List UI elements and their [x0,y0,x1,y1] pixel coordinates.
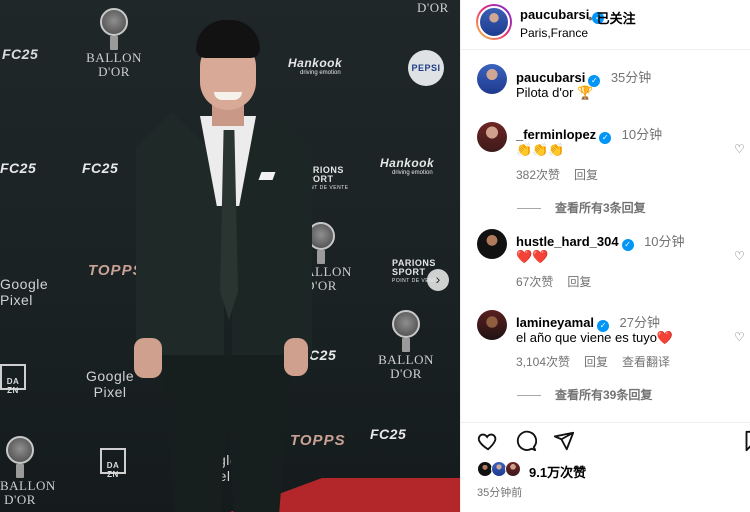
fc25-logo: FC25 [370,426,407,442]
bookmark-icon[interactable] [745,430,750,458]
action-bar: 9.1万次赞 35分钟前 [461,422,750,512]
caption-text: Pilota d'or 🏆 [516,85,594,100]
post-header: paucubarsi ✓ • 已关注 Paris,France [461,0,750,50]
comment-icon[interactable] [515,430,538,458]
comment-username[interactable]: hustle_hard_304 [516,234,619,249]
caption-time: 35分钟 [610,70,652,85]
comment-username[interactable]: _ferminlopez [516,127,596,142]
share-icon[interactable] [553,430,575,458]
pepsi-logo: PEPSI [408,50,444,86]
comment-likes[interactable]: 67次赞 [516,275,553,289]
comment-time: 10分钟 [621,127,663,142]
verified-icon: ✓ [621,239,634,251]
chevron-right-icon[interactable]: › [427,269,449,291]
comment-text: 👏👏👏 [516,142,565,157]
reply-button[interactable]: 回复 [584,355,608,369]
comment-username[interactable]: lamineyamal [516,315,594,330]
dor-logo-top: D'OR [417,0,449,15]
view-replies-button[interactable]: 查看所有39条回复 [517,386,652,403]
google-pixel-logo: Google Pixel [0,276,49,308]
dazn-logo: DA ZN [0,364,26,395]
comment-likes[interactable]: 382次赞 [516,168,560,182]
avatar[interactable] [477,64,507,94]
reply-button[interactable]: 回复 [574,168,598,182]
ballon-dor-logo: BALLON D'OR [378,310,434,381]
dazn-logo: DA ZN [100,448,126,479]
caption-username[interactable]: paucubarsi [516,70,585,85]
comment-text: ❤️❤️ [516,249,549,264]
avatar[interactable] [477,229,507,259]
comment-likes[interactable]: 3,104次赞 [516,355,570,369]
google-pixel-logo: Google Pixel [86,368,135,400]
ballon-dor-logo: BALLON D'OR [0,436,55,507]
heart-icon[interactable]: ♡ [734,250,746,262]
comment-time: 27分钟 [619,315,660,330]
fc25-logo: FC25 [2,46,39,62]
reply-button[interactable]: 回复 [567,275,591,289]
heart-icon[interactable]: ♡ [734,331,746,343]
fc25-logo: FC25 [82,160,119,176]
avatar[interactable] [477,122,507,152]
heart-icon[interactable] [477,430,499,458]
location-link[interactable]: Paris,France [520,26,588,40]
comment-time: 10分钟 [644,234,685,249]
likes-count[interactable]: 9.1万次赞 [529,462,586,481]
verified-icon: ✓ [599,132,612,144]
player-figure [128,20,318,512]
hankook-logo: Hankook driving emotion [380,156,435,176]
fc25-logo: FC25 [0,160,37,176]
avatar[interactable] [476,4,512,40]
avatar [505,461,521,477]
posted-time[interactable]: 35分钟前 [477,484,522,500]
heart-icon[interactable]: ♡ [734,143,746,155]
follow-status-button[interactable]: • 已关注 [588,8,636,27]
post-sidebar: paucubarsi ✓ • 已关注 Paris,France paucubarsi… [460,0,750,512]
comment-text: el año que viene es tuyo❤️ [516,330,674,345]
avatar[interactable] [477,310,507,340]
post-media[interactable]: FC25 BALLON D'OR Hankook driving emotion … [0,0,460,512]
view-replies-button[interactable]: 查看所有3条回复 [517,199,646,216]
translate-button[interactable]: 查看翻译 [622,355,670,369]
